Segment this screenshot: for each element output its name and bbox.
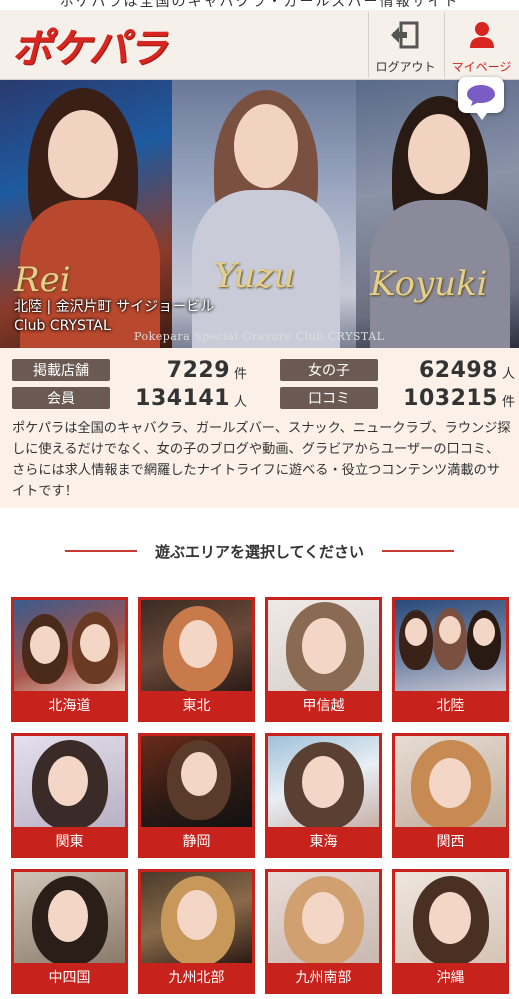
title-rule-left	[64, 550, 137, 552]
area-label: 沖縄	[395, 963, 506, 991]
stat-label: 女の子	[280, 359, 378, 381]
stat-label: 口コミ	[280, 387, 378, 409]
area-photo	[14, 736, 125, 827]
area-tile-okinawa[interactable]: 沖縄	[392, 869, 509, 994]
area-tile-chushikoku[interactable]: 中四国	[11, 869, 128, 994]
top-strip: ポケパラは全国のキャバクラ・ガールズバー情報サイト	[0, 0, 519, 10]
stat-value: 7229	[166, 357, 230, 383]
area-photo	[395, 872, 506, 963]
area-label: 九州南部	[268, 963, 379, 991]
stat-label: 会員	[12, 387, 110, 409]
banner-club-name: Club CRYSTAL	[14, 318, 111, 334]
area-photo	[141, 872, 252, 963]
area-label: 関西	[395, 827, 506, 855]
logout-button[interactable]: ログアウト	[368, 12, 442, 78]
banner-location: 北陸 | 金沢片町 サイジョービル	[14, 299, 215, 315]
stat-shops: 掲載店舗 7229 件	[12, 357, 248, 383]
banner-signature-1: Rei	[14, 260, 71, 300]
stat-unit: 件	[502, 395, 516, 410]
title-rule-right	[382, 550, 455, 552]
mypage-label: マイページ	[451, 60, 512, 74]
featured-banner[interactable]: Rei Yuzu Koyuki 北陸 | 金沢片町 サイジョービル Club C…	[0, 80, 519, 348]
area-photo	[14, 872, 125, 963]
area-label: 関東	[14, 827, 125, 855]
stat-members: 会員 134141 人	[12, 385, 248, 411]
area-tile-kyushu-south[interactable]: 九州南部	[265, 869, 382, 994]
area-label: 北陸	[395, 691, 506, 719]
stat-unit: 人	[234, 395, 248, 410]
area-photo	[268, 872, 379, 963]
top-strip-text: ポケパラは全国のキャバクラ・ガールズバー情報サイト	[60, 0, 460, 10]
banner-girl-3: Koyuki	[356, 80, 519, 348]
area-photo	[14, 600, 125, 691]
area-tile-kyushu-north[interactable]: 九州北部	[138, 869, 255, 994]
stat-value: 103215	[403, 385, 498, 411]
area-tile-koshinetsu[interactable]: 甲信越	[265, 597, 382, 722]
area-tile-shizuoka[interactable]: 静岡	[138, 733, 255, 858]
chat-button[interactable]	[458, 77, 504, 120]
stat-value: 134141	[135, 385, 230, 411]
site-logo[interactable]: ポケパラ	[12, 22, 167, 72]
site-header: ポケパラは全国のキャバクラ・ガールズバー情報サイト ポケパラ ログアウト マイペ…	[0, 0, 519, 80]
area-photo	[395, 600, 506, 691]
banner-caption: Pokepara Special Gravure Club CRYSTAL	[134, 330, 385, 343]
site-description: ポケパラは全国のキャバクラ、ガールズバー、スナック、ニュークラブ、ラウンジ探しに…	[12, 421, 511, 499]
area-label: 北海道	[14, 691, 125, 719]
logout-icon	[390, 21, 418, 49]
area-tile-hokuriku[interactable]: 北陸	[392, 597, 509, 722]
area-tile-tokai[interactable]: 東海	[265, 733, 382, 858]
user-icon	[469, 22, 494, 48]
stat-label: 掲載店舗	[12, 359, 110, 381]
area-photo	[141, 600, 252, 691]
area-label: 中四国	[14, 963, 125, 991]
area-tile-kansai[interactable]: 関西	[392, 733, 509, 858]
stat-unit: 件	[234, 367, 248, 382]
area-tile-tohoku[interactable]: 東北	[138, 597, 255, 722]
mypage-button[interactable]: マイページ	[444, 12, 518, 78]
chat-icon	[467, 85, 495, 106]
area-photo	[268, 600, 379, 691]
area-label: 東北	[141, 691, 252, 719]
logo-text: ポケパラ	[12, 26, 167, 72]
banner-signature-2: Yuzu	[214, 256, 296, 296]
area-photo	[268, 736, 379, 827]
banner-signature-3: Koyuki	[370, 264, 488, 304]
area-title-text: 遊ぶエリアを選択してください	[154, 542, 365, 561]
area-label: 静岡	[141, 827, 252, 855]
area-label: 九州北部	[141, 963, 252, 991]
stat-reviews: 口コミ 103215 件	[280, 385, 516, 411]
stat-unit: 人	[502, 367, 516, 382]
area-label: 東海	[268, 827, 379, 855]
area-label: 甲信越	[268, 691, 379, 719]
area-photo	[141, 736, 252, 827]
stat-girls: 女の子 62498 人	[280, 357, 516, 383]
area-photo	[395, 736, 506, 827]
area-tile-kanto[interactable]: 関東	[11, 733, 128, 858]
area-section-title: 遊ぶエリアを選択してください	[0, 540, 519, 562]
logout-label: ログアウト	[375, 60, 436, 74]
area-tile-hokkaido[interactable]: 北海道	[11, 597, 128, 722]
stat-value: 62498	[418, 357, 498, 383]
